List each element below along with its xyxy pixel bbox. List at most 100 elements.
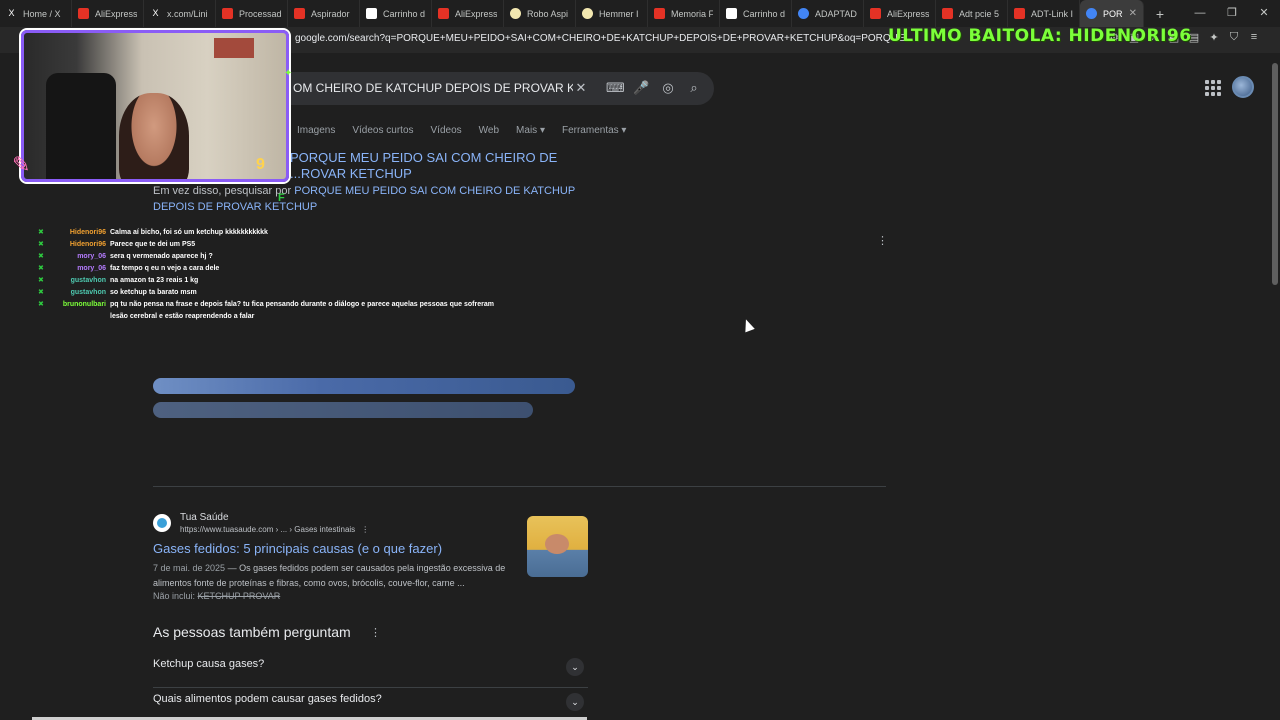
clear-icon[interactable]: ✕	[573, 80, 589, 96]
sticker-icon: 9	[256, 156, 265, 173]
chat-text: sera q vermenado aparece hj ?	[110, 253, 213, 260]
tab-title: x.com/Lini	[167, 8, 208, 19]
badge-icon: ✖	[38, 229, 44, 236]
close-tab-icon[interactable]: ✕	[1129, 8, 1137, 19]
search-filters: Imagens Vídeos curtos Vídeos Web Mais ▾ …	[297, 125, 626, 136]
filter-tools[interactable]: Ferramentas ▾	[562, 125, 626, 136]
mercadolivre-icon	[510, 8, 521, 19]
restore-button[interactable]: ❐	[1216, 0, 1248, 27]
chat-text: faz tempo q eu n vejo a cara dele	[110, 265, 220, 272]
close-window-button[interactable]: ✕	[1248, 0, 1280, 27]
tab[interactable]: Aspirador	[288, 0, 360, 27]
paa-question[interactable]: Ketchup causa gases? ⌄	[153, 658, 588, 688]
search-box[interactable]: OM CHEIRO DE KATCHUP DEPOIS DE PROVAR KE…	[283, 72, 714, 105]
tab[interactable]: Xx.com/Lini	[144, 0, 216, 27]
mic-icon[interactable]: 🎤	[633, 80, 649, 96]
search-input[interactable]: OM CHEIRO DE KATCHUP DEPOIS DE PROVAR KE…	[293, 81, 573, 95]
tab[interactable]: Processad	[216, 0, 288, 27]
filter-web[interactable]: Web	[479, 125, 499, 136]
ai-icon[interactable]: ✦	[1208, 31, 1220, 44]
tab-title: Home / X	[23, 8, 61, 19]
streamer	[119, 93, 189, 179]
aliexpress-icon	[78, 8, 89, 19]
filter-more[interactable]: Mais ▾	[516, 125, 545, 136]
result-snippet: 7 de mai. de 2025 — Os gases fedidos pod…	[153, 561, 513, 591]
result-thumbnail[interactable]	[527, 516, 588, 577]
loading-placeholder	[153, 378, 575, 394]
badge-icon: ✖	[38, 241, 44, 248]
paa-question[interactable]: Quais alimentos podem causar gases fedid…	[153, 693, 588, 720]
search-icon[interactable]: ⌕	[686, 80, 702, 96]
tab[interactable]: AliExpress	[432, 0, 504, 27]
chat-user: Hidenori96	[69, 241, 106, 248]
filter-images[interactable]: Imagens	[297, 125, 335, 136]
filter-videos[interactable]: Vídeos	[431, 125, 462, 136]
chat-text: Calma aí bicho, foi só um ketchup kkkkkk…	[110, 229, 268, 236]
result-more-icon[interactable]: ⋮	[361, 525, 369, 534]
shield-icon[interactable]: ⛉	[1228, 31, 1240, 44]
chat-user: mory_06	[77, 265, 106, 272]
stream-banner: ULTIMO BAITOLA: HIDENORI96	[888, 26, 1192, 46]
tab[interactable]: Adt pcie 5	[936, 0, 1008, 27]
menu-icon[interactable]: ≡	[1248, 31, 1260, 44]
paa-more-icon[interactable]: ⋮	[370, 626, 381, 639]
tab[interactable]: X Home / X	[0, 0, 72, 27]
chat-message: ✖ Hidenori96 Calma aí bicho, foi só um ket…	[38, 227, 538, 239]
lens-icon[interactable]: ◎	[660, 80, 676, 96]
chevron-down-icon[interactable]: ⌄	[566, 693, 584, 711]
minimize-button[interactable]: —	[1184, 0, 1216, 27]
badge-icon: ✖	[38, 277, 44, 284]
page-scrollbar[interactable]	[1270, 53, 1280, 720]
tab-title: Robo Aspi	[527, 8, 569, 19]
chat-message: ✖ gustavhon so ketchup ta barato msm	[38, 287, 538, 299]
aliexpress-icon	[222, 8, 233, 19]
shelf	[214, 38, 254, 58]
chevron-down-icon[interactable]: ⌄	[566, 658, 584, 676]
aliexpress-icon	[942, 8, 953, 19]
tab[interactable]: AliExpress	[72, 0, 144, 27]
chat-message: ✖ gustavhon na amazon ta 23 reais 1 kg	[38, 275, 538, 287]
tab[interactable]: Memoria F	[648, 0, 720, 27]
scrollbar-thumb[interactable]	[1272, 63, 1278, 285]
tab[interactable]: Carrinho d	[720, 0, 792, 27]
result-site-name[interactable]: Tua Saúde	[180, 512, 229, 523]
more-options-icon[interactable]: ⋮	[877, 234, 888, 247]
badge-icon: ✖	[38, 265, 44, 272]
search-instead: Em vez disso, pesquisar por PORQUE MEU P…	[153, 183, 593, 215]
address-bar[interactable]: google.com/search?q=PORQUE+MEU+PEIDO+SAI…	[295, 33, 905, 44]
keyboard-icon[interactable]: ⌨	[606, 80, 625, 96]
avatar[interactable]	[1232, 76, 1254, 98]
spelling-suggestion[interactable]: PORQUE MEU PEIDO SAI COM CHEIRO DE ...RO…	[290, 150, 580, 182]
tab-title: PORQ	[1103, 8, 1123, 19]
aliexpress-icon	[1014, 8, 1025, 19]
chat-user: brunonulbari	[62, 301, 106, 308]
chat-text: na amazon ta 23 reais 1 kg	[110, 277, 199, 284]
sparkle-icon: ✦	[284, 68, 293, 79]
new-tab-button[interactable]: +	[1150, 6, 1170, 22]
result-title-link[interactable]: Gases fedidos: 5 principais causas (e o …	[153, 541, 442, 556]
shop-icon	[654, 8, 665, 19]
result-url-text: https://www.tuasaude.com › ... › Gases i…	[180, 525, 356, 534]
google-apps-icon[interactable]	[1205, 80, 1221, 96]
tab-title: Carrinho d	[383, 8, 425, 19]
badge-icon: ✖	[38, 289, 44, 296]
filter-short-videos[interactable]: Vídeos curtos	[352, 125, 413, 136]
stream-chat: ✖ Hidenori96 Calma aí bicho, foi só um ket…	[38, 227, 538, 323]
missing-label: Não inclui:	[153, 591, 198, 601]
tab[interactable]: Carrinho d	[360, 0, 432, 27]
mercadolivre-icon	[582, 8, 593, 19]
paa-title: As pessoas também perguntam	[153, 624, 351, 640]
active-tab[interactable]: PORQ ✕	[1080, 0, 1144, 27]
chat-message: ✖ Hidenori96 Parece que te dei um PS5	[38, 239, 538, 251]
result-url[interactable]: https://www.tuasaude.com › ... › Gases i…	[180, 525, 369, 534]
tab[interactable]: Hemmer I	[576, 0, 648, 27]
tab[interactable]: Robo Aspi	[504, 0, 576, 27]
tab-title: Adt pcie 5	[959, 8, 1000, 19]
tab[interactable]: AliExpress	[864, 0, 936, 27]
tab-title: AliExpress	[95, 8, 137, 19]
tab[interactable]: ADT-Link I	[1008, 0, 1080, 27]
tab[interactable]: ADAPTADO	[792, 0, 864, 27]
chat-user: gustavhon	[70, 277, 106, 284]
search-instead-prefix: Em vez disso, pesquisar por	[153, 185, 295, 197]
tab-title: Memoria F	[671, 8, 713, 19]
